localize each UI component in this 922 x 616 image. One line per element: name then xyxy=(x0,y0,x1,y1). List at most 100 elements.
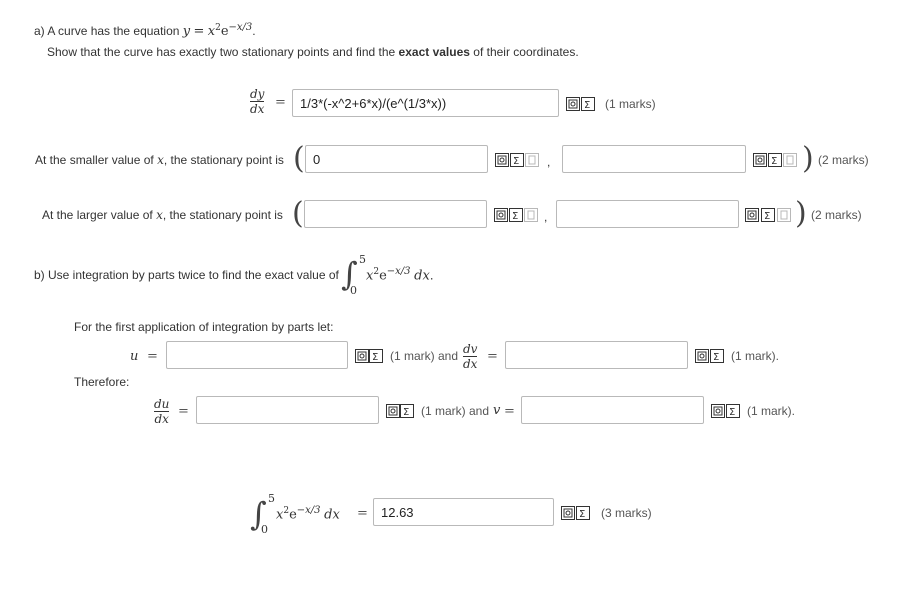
smaller-marks: (2 marks) xyxy=(818,153,869,167)
instruction-bold: exact values xyxy=(398,45,470,59)
instruction-pre: Show that the curve has exactly two stat… xyxy=(47,45,396,59)
first-application-label: For the first application of integration… xyxy=(74,320,334,334)
sigma-icon[interactable]: Σ xyxy=(581,97,595,111)
equation-eq: = xyxy=(193,24,205,39)
dudx-fraction: du dx xyxy=(154,398,170,426)
larger-marks: (2 marks) xyxy=(811,208,862,222)
v-eq-sign: = xyxy=(504,404,515,419)
sigma-icon[interactable]: Σ xyxy=(761,208,775,222)
dydx-eq-sign: = xyxy=(275,95,286,110)
preview-icon[interactable] xyxy=(495,153,509,167)
smaller-close-paren: ) xyxy=(802,141,814,176)
larger-label: At the larger value of x, the stationary… xyxy=(42,208,283,222)
sigma-icon[interactable]: Σ xyxy=(509,208,523,222)
answer-icon xyxy=(777,208,791,222)
dydx-den: dx xyxy=(250,102,265,116)
dydx-marks: (1 marks) xyxy=(605,97,656,111)
dydx-fraction: dy dx xyxy=(250,87,265,116)
larger-pre: At the larger value of xyxy=(42,208,153,222)
preview-icon[interactable] xyxy=(561,506,575,520)
instruction: Show that the curve has exactly two stat… xyxy=(47,45,579,59)
preview-icon[interactable] xyxy=(711,404,725,418)
larger-var: x xyxy=(156,208,163,222)
u-eq-sign: = xyxy=(147,349,158,364)
dvdx-marks: (1 mark). xyxy=(731,349,779,363)
preview-icon[interactable] xyxy=(745,208,759,222)
larger-x-input[interactable] xyxy=(304,200,487,228)
sigma-icon[interactable]: Σ xyxy=(510,153,524,167)
smaller-var: x xyxy=(157,153,164,167)
therefore-label: Therefore: xyxy=(74,375,130,389)
dudx-marks: (1 mark) and xyxy=(421,404,490,418)
equation-end: . xyxy=(252,24,256,38)
smaller-label: At the smaller value of x, the stationar… xyxy=(35,153,284,167)
sigma-icon[interactable]: Σ xyxy=(400,404,414,418)
svg-text:Σ: Σ xyxy=(403,407,409,417)
instruction-post: of their coordinates. xyxy=(473,45,579,59)
dudx-eq-sign: = xyxy=(178,404,189,419)
larger-post: , the stationary point is xyxy=(162,208,283,222)
equation-exp: −x/3 xyxy=(228,22,253,33)
svg-text:Σ: Σ xyxy=(512,211,518,221)
larger-y-input[interactable] xyxy=(556,200,739,228)
part-b-label: b) Use integration by parts twice to fin… xyxy=(34,268,339,282)
final-eq-sign: = xyxy=(357,506,368,521)
svg-text:Σ: Σ xyxy=(584,100,590,110)
part-b-integrand: x2e−x/3 dx. xyxy=(366,266,433,283)
equation-y: y xyxy=(182,24,191,39)
answer-icon xyxy=(524,208,538,222)
sigma-icon[interactable]: Σ xyxy=(369,349,383,363)
smaller-pre: At the smaller value of xyxy=(35,153,154,167)
part-b-int-dx: dx xyxy=(414,268,430,284)
answer-icon xyxy=(783,153,797,167)
part-b-int-upper: 5 xyxy=(359,253,366,266)
final-integral-input[interactable] xyxy=(373,498,554,526)
dvdx-fraction: dv dx xyxy=(463,342,478,371)
preview-icon[interactable] xyxy=(494,208,508,222)
svg-text:Σ: Σ xyxy=(729,407,735,417)
smaller-post: , the stationary point is xyxy=(163,153,284,167)
dvdx-den: dx xyxy=(463,357,478,371)
smaller-open-paren: ( xyxy=(293,141,305,176)
v-marks: (1 mark). xyxy=(747,404,795,418)
final-int-lower: 0 xyxy=(261,523,268,536)
dvdx-num: dv xyxy=(463,342,478,356)
preview-icon[interactable] xyxy=(566,97,580,111)
dvdx-input[interactable] xyxy=(505,341,688,369)
final-int-upper: 5 xyxy=(268,492,275,505)
preview-icon[interactable] xyxy=(695,349,709,363)
sigma-icon[interactable]: Σ xyxy=(726,404,740,418)
preview-icon[interactable] xyxy=(386,404,400,418)
part-a-label-text: a) A curve has the equation xyxy=(34,24,180,38)
smaller-x-input[interactable] xyxy=(305,145,488,173)
v-input[interactable] xyxy=(521,396,704,424)
equation-e: e xyxy=(220,24,229,39)
larger-comma: , xyxy=(544,210,548,224)
part-b-int-lower: 0 xyxy=(350,284,357,297)
larger-close-paren: ) xyxy=(795,196,807,231)
sigma-icon[interactable]: Σ xyxy=(768,153,782,167)
final-int-dx: dx xyxy=(324,507,340,523)
svg-text:Σ: Σ xyxy=(513,156,519,166)
final-integrand: x2e−x/3 dx xyxy=(276,505,340,522)
v-var: v xyxy=(493,403,501,418)
dvdx-eq-sign: = xyxy=(487,349,498,364)
smaller-y-input[interactable] xyxy=(562,145,746,173)
final-int-e: e xyxy=(289,507,297,523)
sigma-icon[interactable]: Σ xyxy=(576,506,590,520)
preview-icon[interactable] xyxy=(355,349,369,363)
answer-icon xyxy=(525,153,539,167)
svg-text:Σ: Σ xyxy=(579,509,585,519)
dudx-input[interactable] xyxy=(196,396,379,424)
preview-icon[interactable] xyxy=(753,153,767,167)
dydx-num: dy xyxy=(250,87,265,101)
u-input[interactable] xyxy=(166,341,348,369)
equation-base: x xyxy=(207,24,216,39)
svg-text:Σ: Σ xyxy=(764,211,770,221)
svg-text:Σ: Σ xyxy=(372,352,378,362)
dydx-input[interactable] xyxy=(292,89,559,117)
sigma-icon[interactable]: Σ xyxy=(710,349,724,363)
u-var: u xyxy=(130,349,139,364)
part-b-int-e-exp: −x/3 xyxy=(386,266,411,277)
dudx-den: dx xyxy=(154,412,169,426)
